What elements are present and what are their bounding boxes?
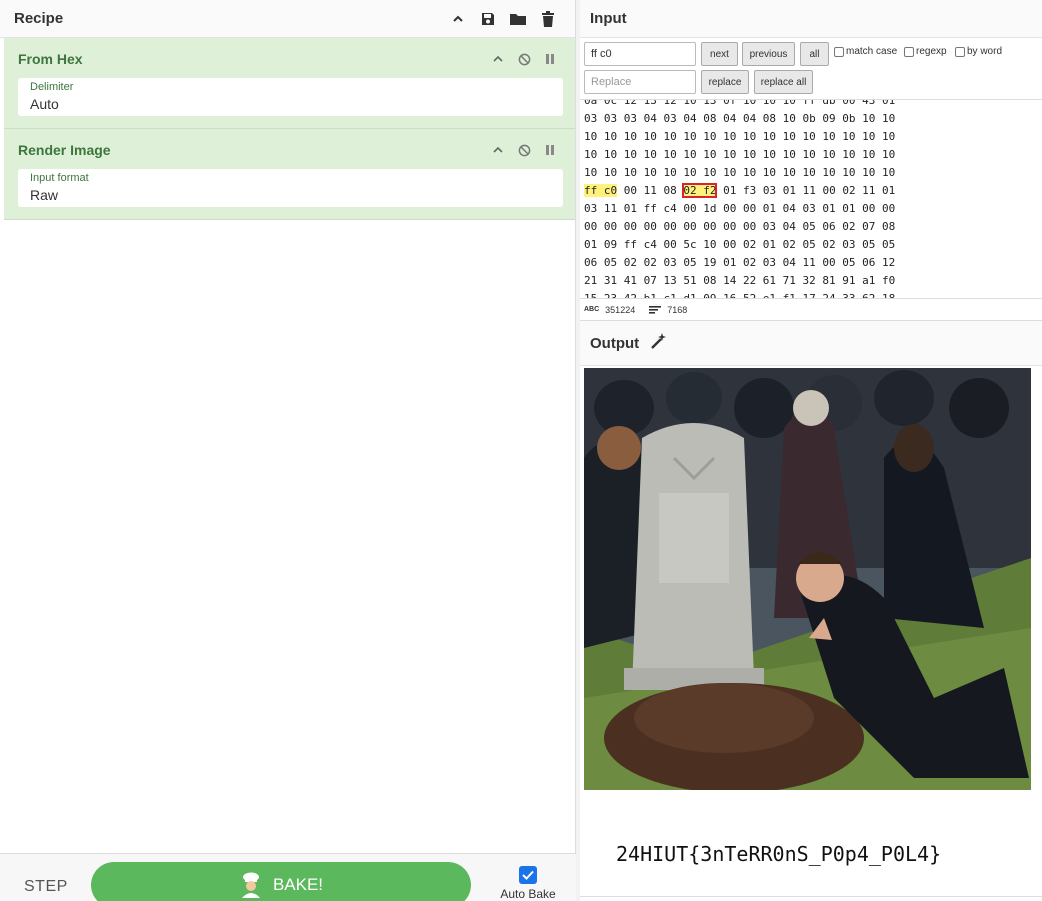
checkbox-icon[interactable]	[834, 46, 844, 57]
auto-bake-toggle[interactable]: Auto Bake	[498, 866, 558, 901]
arg-label: Input format	[30, 172, 89, 184]
hex-line: 03 11 01 ff c4 00 1d 00 00 01 04 03 01 0…	[584, 202, 896, 215]
flag-output-text: 24HIUT{3nTeRR0nS_P0p4_P0L4}	[616, 842, 942, 866]
magic-wand-icon[interactable]	[649, 332, 667, 354]
regexp-label: regexp	[916, 46, 947, 57]
operation-from-hex[interactable]: From Hex Delimiter Auto	[4, 38, 575, 129]
hex-text: 00 11 08	[623, 184, 677, 197]
hex-line: 06 05 02 02 03 05 19 01 02 03 04 11 00 0…	[584, 256, 896, 269]
output-header: Output	[580, 320, 1042, 366]
chevron-up-icon[interactable]	[485, 48, 511, 70]
collapse-all-icon[interactable]	[445, 6, 471, 32]
input-format-field[interactable]: Input format Raw	[18, 169, 563, 207]
hex-line: 21 31 41 07 13 51 08 14 22 61 71 32 81 9…	[584, 274, 896, 287]
pause-icon[interactable]	[537, 139, 563, 161]
previous-button[interactable]: previous	[742, 42, 795, 66]
recipe-pane: Recipe From Hex Delimiter Auto Render Im…	[0, 0, 576, 901]
hex-line: 01 09 ff c4 00 5c 10 00 02 01 02 05 02 0…	[584, 238, 896, 251]
output-footer	[580, 896, 1042, 901]
save-icon[interactable]	[475, 6, 501, 32]
arg-value[interactable]: Raw	[30, 185, 551, 205]
output-title: Output	[590, 334, 640, 352]
search-match: ff c0	[584, 184, 618, 197]
hex-line: 10 10 10 10 10 10 10 10 10 10 10 10 10 1…	[584, 130, 896, 143]
checkbox-icon[interactable]	[904, 46, 914, 57]
hex-line: 03 03 03 04 03 04 08 04 04 08 10 0b 09 0…	[584, 112, 896, 125]
lines-count: 7168	[667, 304, 688, 315]
selected-match: 02 f2	[682, 183, 718, 198]
hex-line: 15 23 42 b1 c1 d1 09 16 52 e1 f1 17 24 3…	[584, 290, 1042, 298]
recipe-header: Recipe	[0, 0, 575, 38]
pause-icon[interactable]	[537, 48, 563, 70]
next-button[interactable]: next	[701, 42, 738, 66]
chevron-up-icon[interactable]	[485, 139, 511, 161]
input-title: Input	[590, 10, 627, 27]
arg-value[interactable]: Auto	[30, 94, 551, 114]
replace-input[interactable]: Replace	[584, 70, 696, 94]
input-editor[interactable]: 0a 0c 12 13 12 10 13 0f 10 10 10 ff db 0…	[580, 100, 1042, 298]
hex-text: 01 f3 03 01 11 00 02 11 01	[723, 184, 896, 197]
by-word-label: by word	[967, 46, 1003, 57]
recipe-title: Recipe	[14, 10, 64, 27]
operation-name: Render Image	[18, 142, 111, 158]
step-button[interactable]: STEP	[24, 878, 68, 896]
input-header: Input	[580, 0, 1042, 38]
bake-controls: STEP BAKE! Auto Bake	[0, 853, 576, 901]
find-input[interactable]: ff c0	[584, 42, 696, 66]
match-case-option[interactable]: match case	[834, 46, 897, 57]
bake-button[interactable]: BAKE!	[91, 862, 471, 901]
trash-icon[interactable]	[535, 6, 561, 32]
disable-icon[interactable]	[511, 139, 537, 161]
hex-line: 00 00 00 00 00 00 00 00 00 03 04 05 06 0…	[584, 220, 896, 233]
replace-button[interactable]: replace	[701, 70, 749, 94]
auto-bake-label: Auto Bake	[500, 887, 556, 901]
chef-icon	[241, 872, 260, 898]
find-replace-bar: ff c0 next previous all match case regex…	[580, 38, 1042, 100]
hex-line-match: ff c0 00 11 08 02 f2 01 f3 03 01 11 00 0…	[584, 182, 1042, 200]
folder-icon[interactable]	[505, 6, 531, 32]
hex-line: 10 10 10 10 10 10 10 10 10 10 10 10 10 1…	[584, 166, 896, 179]
disable-icon[interactable]	[511, 48, 537, 70]
match-case-label: match case	[846, 46, 898, 57]
arg-label: Delimiter	[30, 81, 74, 93]
by-word-option[interactable]: by word	[955, 46, 1002, 57]
hex-line: 0a 0c 12 13 12 10 13 0f 10 10 10 ff db 0…	[584, 100, 896, 107]
delimiter-field[interactable]: Delimiter Auto	[18, 78, 563, 116]
replace-all-button[interactable]: replace all	[754, 70, 813, 94]
checkbox-checked-icon[interactable]	[519, 866, 537, 884]
cyberchef-app: Recipe From Hex Delimiter Auto Render Im…	[0, 0, 1042, 901]
abc-icon: ABC	[584, 306, 600, 313]
checkbox-icon[interactable]	[955, 46, 965, 57]
operation-render-image[interactable]: Render Image Input format Raw	[4, 129, 575, 220]
input-status-bar: ABC 351224 7168	[580, 298, 1042, 320]
operation-name: From Hex	[18, 51, 83, 67]
all-button[interactable]: all	[800, 42, 829, 66]
length-count: 351224	[605, 304, 636, 315]
hex-line: 10 10 10 10 10 10 10 10 10 10 10 10 10 1…	[584, 148, 896, 161]
lines-icon	[649, 305, 662, 314]
rendered-image	[584, 368, 1031, 790]
regexp-option[interactable]: regexp	[904, 46, 947, 57]
bake-label: BAKE!	[272, 875, 324, 894]
